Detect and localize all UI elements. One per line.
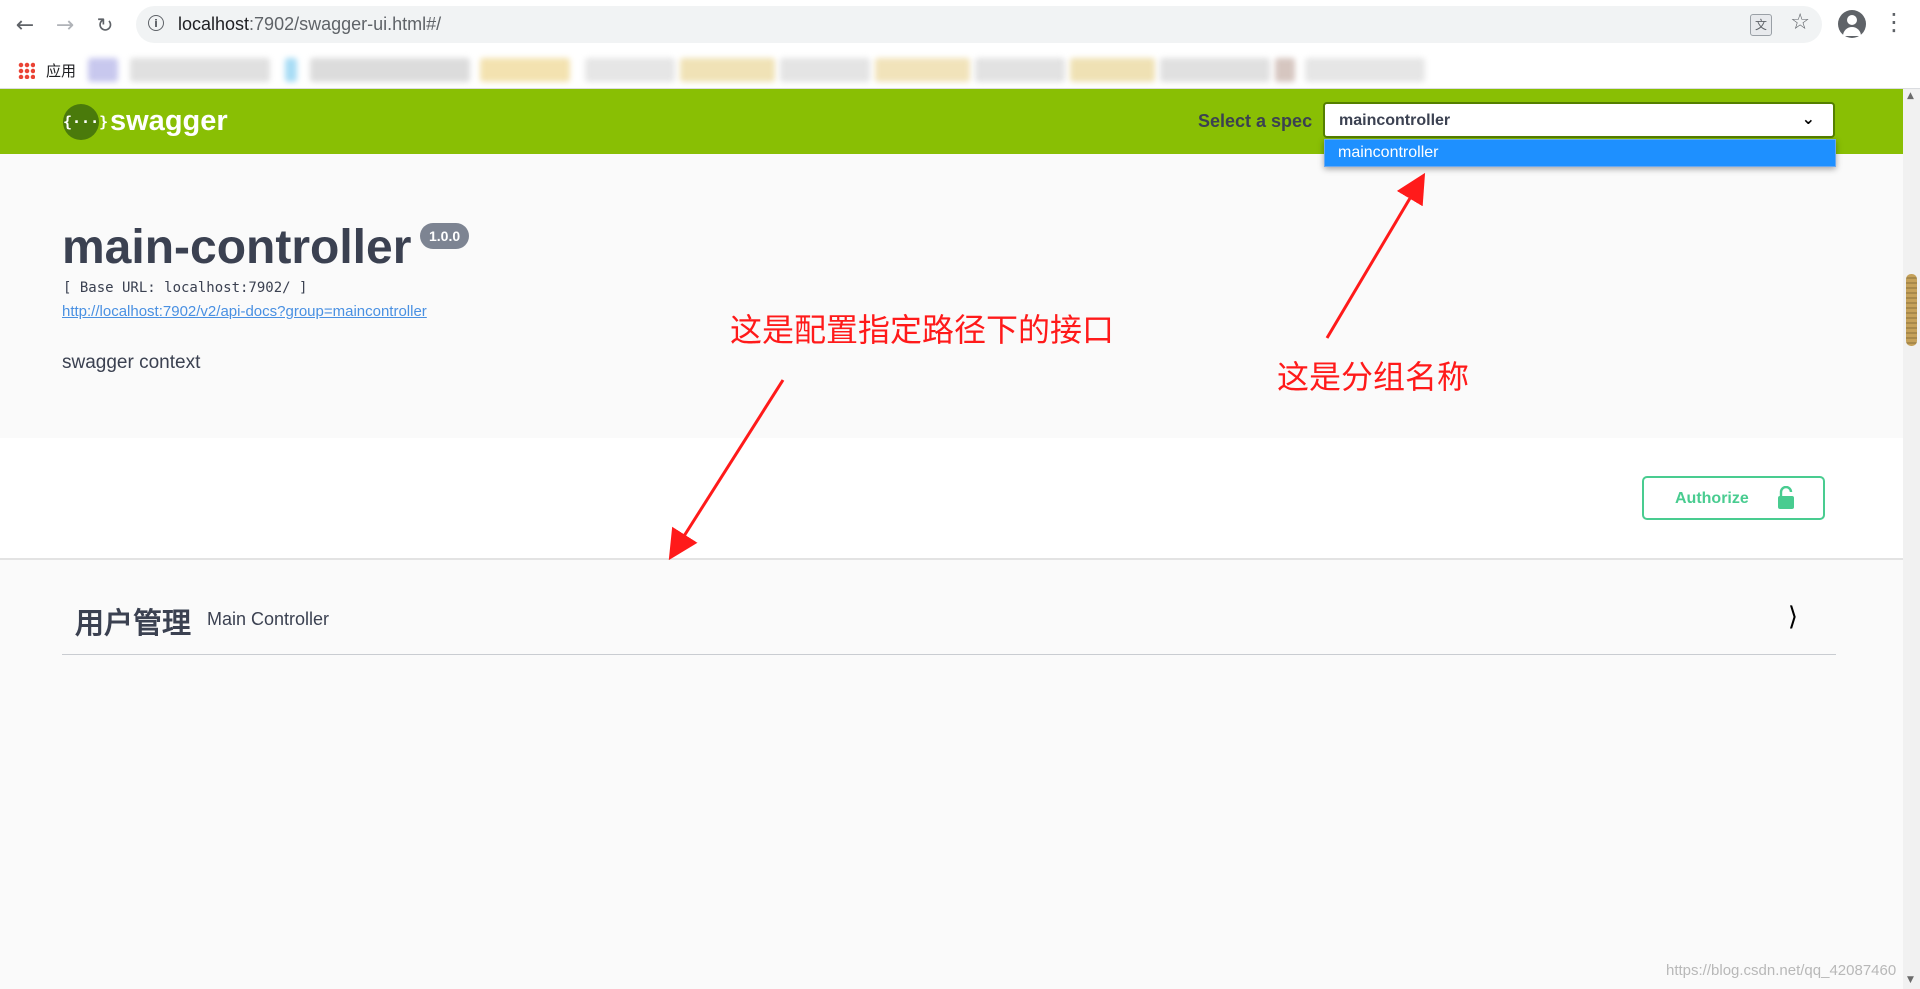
- blurred-bookmark[interactable]: [310, 58, 470, 82]
- blurred-bookmark[interactable]: [680, 58, 775, 82]
- translate-icon[interactable]: 文: [1750, 14, 1772, 36]
- blurred-bookmark[interactable]: [88, 58, 118, 82]
- annotation-interface-note: 这是配置指定路径下的接口: [730, 312, 1115, 348]
- address-bar[interactable]: i localhost:7902/swagger-ui.html#/ 文 ☆: [136, 6, 1822, 43]
- blurred-bookmark[interactable]: [585, 58, 675, 82]
- authorize-button[interactable]: Authorize: [1642, 476, 1825, 520]
- back-arrow-icon[interactable]: ←: [10, 10, 40, 40]
- scheme-container: [0, 438, 1920, 560]
- browser-menu-icon[interactable]: ⋮: [1882, 8, 1906, 36]
- chevron-right-icon[interactable]: ⟩: [1788, 602, 1798, 632]
- unlock-icon: [1778, 486, 1794, 509]
- blurred-bookmark[interactable]: [285, 58, 297, 82]
- spec-select-value: maincontroller: [1339, 112, 1451, 129]
- scroll-up-arrow-icon[interactable]: ▲: [1907, 91, 1914, 101]
- tag-description: Main Controller: [207, 609, 330, 629]
- api-description: swagger context: [62, 352, 201, 373]
- reload-icon[interactable]: ↻: [90, 10, 120, 40]
- address-url[interactable]: localhost:7902/swagger-ui.html#/: [178, 14, 441, 35]
- spec-option-label: maincontroller: [1338, 144, 1439, 161]
- blurred-bookmark[interactable]: [1275, 58, 1295, 82]
- blurred-bookmark[interactable]: [130, 58, 270, 82]
- bookmark-star-icon[interactable]: ☆: [1790, 10, 1810, 35]
- version-badge: 1.0.0: [420, 223, 470, 249]
- swagger-logo-icon[interactable]: {···}: [63, 104, 108, 140]
- spec-select[interactable]: maincontroller ⌄: [1323, 102, 1835, 138]
- tag-section-header[interactable]: 用户管理 Main Controller ⟩: [62, 588, 1836, 655]
- forward-arrow-icon[interactable]: →: [50, 10, 80, 40]
- blurred-bookmark[interactable]: [780, 58, 870, 82]
- scroll-down-arrow-icon[interactable]: ▼: [1907, 975, 1914, 985]
- annotation-group-note: 这是分组名称: [1277, 359, 1470, 395]
- browser-toolbar: ← → ↻ i localhost:7902/swagger-ui.html#/…: [0, 0, 1920, 50]
- blurred-bookmark[interactable]: [1305, 58, 1425, 82]
- apps-grid-icon[interactable]: [18, 62, 35, 79]
- page-scrollbar[interactable]: ▲ ▼: [1903, 89, 1920, 989]
- blurred-bookmark[interactable]: [1160, 58, 1270, 82]
- api-docs-link[interactable]: http://localhost:7902/v2/api-docs?group=…: [62, 303, 427, 320]
- spec-dropdown-option[interactable]: maincontroller: [1324, 139, 1836, 167]
- site-info-icon[interactable]: i: [148, 15, 164, 31]
- select-spec-label: Select a spec: [1198, 111, 1313, 131]
- profile-avatar-icon[interactable]: [1838, 10, 1866, 38]
- blurred-bookmark[interactable]: [975, 58, 1065, 82]
- authorize-label: Authorize: [1675, 490, 1749, 507]
- api-title: main-controller: [62, 221, 412, 274]
- swagger-logo-text[interactable]: swagger: [110, 105, 228, 138]
- base-url: [ Base URL: localhost:7902/ ]: [63, 280, 308, 296]
- blurred-bookmark[interactable]: [1070, 58, 1155, 82]
- scrollbar-thumb[interactable]: [1906, 274, 1917, 346]
- chevron-down-icon: ⌄: [1801, 109, 1815, 128]
- tag-name: 用户管理: [75, 608, 192, 640]
- blurred-bookmark[interactable]: [875, 58, 970, 82]
- bookmark-apps[interactable]: 应用: [46, 60, 76, 81]
- blurred-bookmark[interactable]: [480, 58, 570, 82]
- arrow-to-spec-option: [1325, 172, 1426, 339]
- watermark-text: https://blog.csdn.net/qq_42087460: [1666, 962, 1897, 979]
- bookmarks-bar: 应用: [0, 50, 1920, 89]
